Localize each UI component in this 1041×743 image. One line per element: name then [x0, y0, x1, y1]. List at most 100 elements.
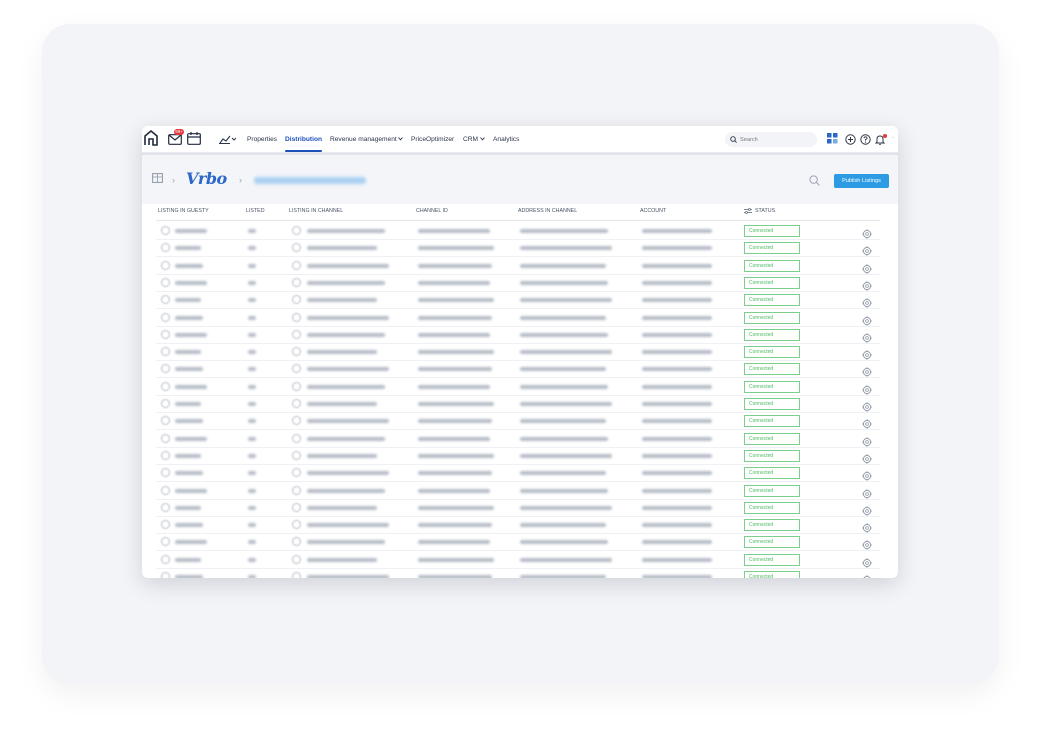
listing-name-blurred: [175, 471, 203, 476]
settings-gear-icon[interactable]: [862, 226, 872, 239]
search-box[interactable]: [725, 132, 817, 147]
building-icon[interactable]: [152, 173, 163, 183]
nav-priceoptimizer[interactable]: PriceOptimizer: [411, 126, 454, 153]
settings-gear-icon[interactable]: [862, 313, 872, 326]
channel-listing-blurred: [307, 229, 385, 233]
settings-gear-icon[interactable]: [862, 295, 872, 308]
table-row[interactable]: Connected: [156, 465, 880, 483]
settings-gear-icon[interactable]: [862, 503, 872, 516]
channel-thumbnail: [292, 520, 301, 530]
channel-id-blurred: [418, 436, 490, 441]
table-row[interactable]: Connected: [156, 396, 880, 413]
settings-gear-icon[interactable]: [862, 278, 872, 291]
address-blurred: [520, 540, 608, 545]
settings-gear-icon[interactable]: [862, 537, 872, 551]
table-row[interactable]: Connected: [156, 413, 880, 431]
settings-gear-icon[interactable]: [862, 330, 872, 343]
table-row[interactable]: Connected: [156, 552, 880, 569]
channel-listing-blurred: [307, 488, 385, 493]
table-row[interactable]: Connected: [156, 223, 880, 240]
listed-value-blurred: [248, 557, 256, 562]
settings-gear-icon[interactable]: [862, 555, 872, 568]
listing-thumbnail: [161, 416, 170, 426]
table-row[interactable]: Connected: [156, 327, 880, 344]
settings-gear-icon[interactable]: [862, 261, 872, 274]
nav-crm[interactable]: CRM: [463, 126, 478, 153]
search-input[interactable]: [740, 136, 810, 143]
listing-name-blurred: [175, 402, 201, 406]
filter-sliders-icon[interactable]: [744, 208, 752, 214]
listing-thumbnail: [161, 450, 170, 460]
status-badge: Connected: [744, 346, 800, 359]
channel-id-blurred: [418, 471, 492, 476]
nav-revenue-management[interactable]: Revenue management: [330, 126, 397, 153]
table-row[interactable]: Connected: [156, 292, 880, 310]
publish-listings-button[interactable]: Publish Listings: [834, 174, 889, 188]
search-icon[interactable]: [809, 175, 820, 186]
settings-gear-icon[interactable]: [862, 486, 872, 499]
listing-thumbnail: [161, 399, 170, 408]
column-header[interactable]: STATUS: [755, 208, 775, 214]
nav-properties[interactable]: Properties: [247, 126, 277, 153]
table-row[interactable]: Connected: [156, 431, 880, 448]
status-badge: Connected: [744, 225, 800, 237]
more-menu-icon[interactable]: ·: [892, 135, 894, 141]
settings-gear-icon[interactable]: [862, 399, 872, 412]
listing-name-blurred: [175, 436, 207, 441]
mail-icon[interactable]: [168, 134, 182, 145]
address-blurred: [520, 280, 608, 285]
calendar-icon[interactable]: [187, 132, 201, 145]
table-row[interactable]: Connected: [156, 258, 880, 275]
trend-chart-icon[interactable]: [219, 134, 237, 144]
table-row[interactable]: Connected: [156, 361, 880, 379]
settings-gear-icon[interactable]: [862, 347, 872, 360]
app-window: 99+ Properties Distribution Revenue mana…: [142, 126, 898, 578]
table-row[interactable]: Connected: [156, 310, 880, 327]
column-header[interactable]: LISTING IN CHANNEL: [289, 208, 343, 214]
nav-distribution[interactable]: Distribution: [285, 126, 322, 153]
settings-gear-icon[interactable]: [862, 243, 872, 257]
settings-gear-icon[interactable]: [862, 451, 872, 464]
status-badge: Connected: [744, 276, 800, 289]
settings-gear-icon[interactable]: [862, 520, 872, 533]
table-row[interactable]: Connected: [156, 534, 880, 552]
apps-grid-icon[interactable]: [827, 133, 838, 144]
home-logo-icon[interactable]: [144, 130, 158, 146]
status-badge: Connected: [744, 328, 800, 341]
account-blurred: [642, 402, 712, 406]
column-header[interactable]: LISTED: [246, 208, 265, 214]
account-blurred: [642, 367, 712, 372]
listing-name-blurred: [175, 488, 207, 493]
table-row[interactable]: Connected: [156, 344, 880, 362]
table-row[interactable]: Connected: [156, 517, 880, 535]
table-row[interactable]: Connected: [156, 483, 880, 500]
settings-gear-icon[interactable]: [862, 416, 872, 430]
header-divider: [156, 220, 880, 221]
listing-thumbnail: [161, 260, 170, 270]
table-row[interactable]: Connected: [156, 500, 880, 517]
table-row[interactable]: Connected: [156, 448, 880, 465]
column-header[interactable]: LISTING IN GUESTY: [158, 208, 209, 214]
top-nav: 99+ Properties Distribution Revenue mana…: [142, 126, 898, 153]
column-header[interactable]: ACCOUNT: [640, 208, 666, 214]
table-row[interactable]: Connected: [156, 275, 880, 292]
settings-gear-icon[interactable]: [862, 572, 872, 578]
table-row[interactable]: Connected: [156, 569, 880, 578]
address-blurred: [520, 332, 608, 337]
status-badge: Connected: [744, 415, 800, 428]
table-row[interactable]: Connected: [156, 379, 880, 396]
settings-gear-icon[interactable]: [862, 382, 872, 395]
settings-gear-icon[interactable]: [862, 468, 872, 481]
add-circle-icon[interactable]: [845, 134, 856, 145]
listed-value-blurred: [248, 402, 256, 406]
listing-name-blurred: [175, 419, 203, 424]
help-icon[interactable]: [860, 134, 871, 145]
settings-gear-icon[interactable]: [862, 434, 872, 447]
column-header[interactable]: CHANNEL ID: [416, 208, 448, 214]
nav-analytics[interactable]: Analytics: [493, 126, 519, 153]
column-header[interactable]: ADDRESS IN CHANNEL: [518, 208, 577, 214]
settings-gear-icon[interactable]: [862, 364, 872, 378]
listed-value-blurred: [248, 471, 256, 476]
table-row[interactable]: Connected: [156, 240, 880, 258]
channel-id-blurred: [418, 384, 490, 389]
